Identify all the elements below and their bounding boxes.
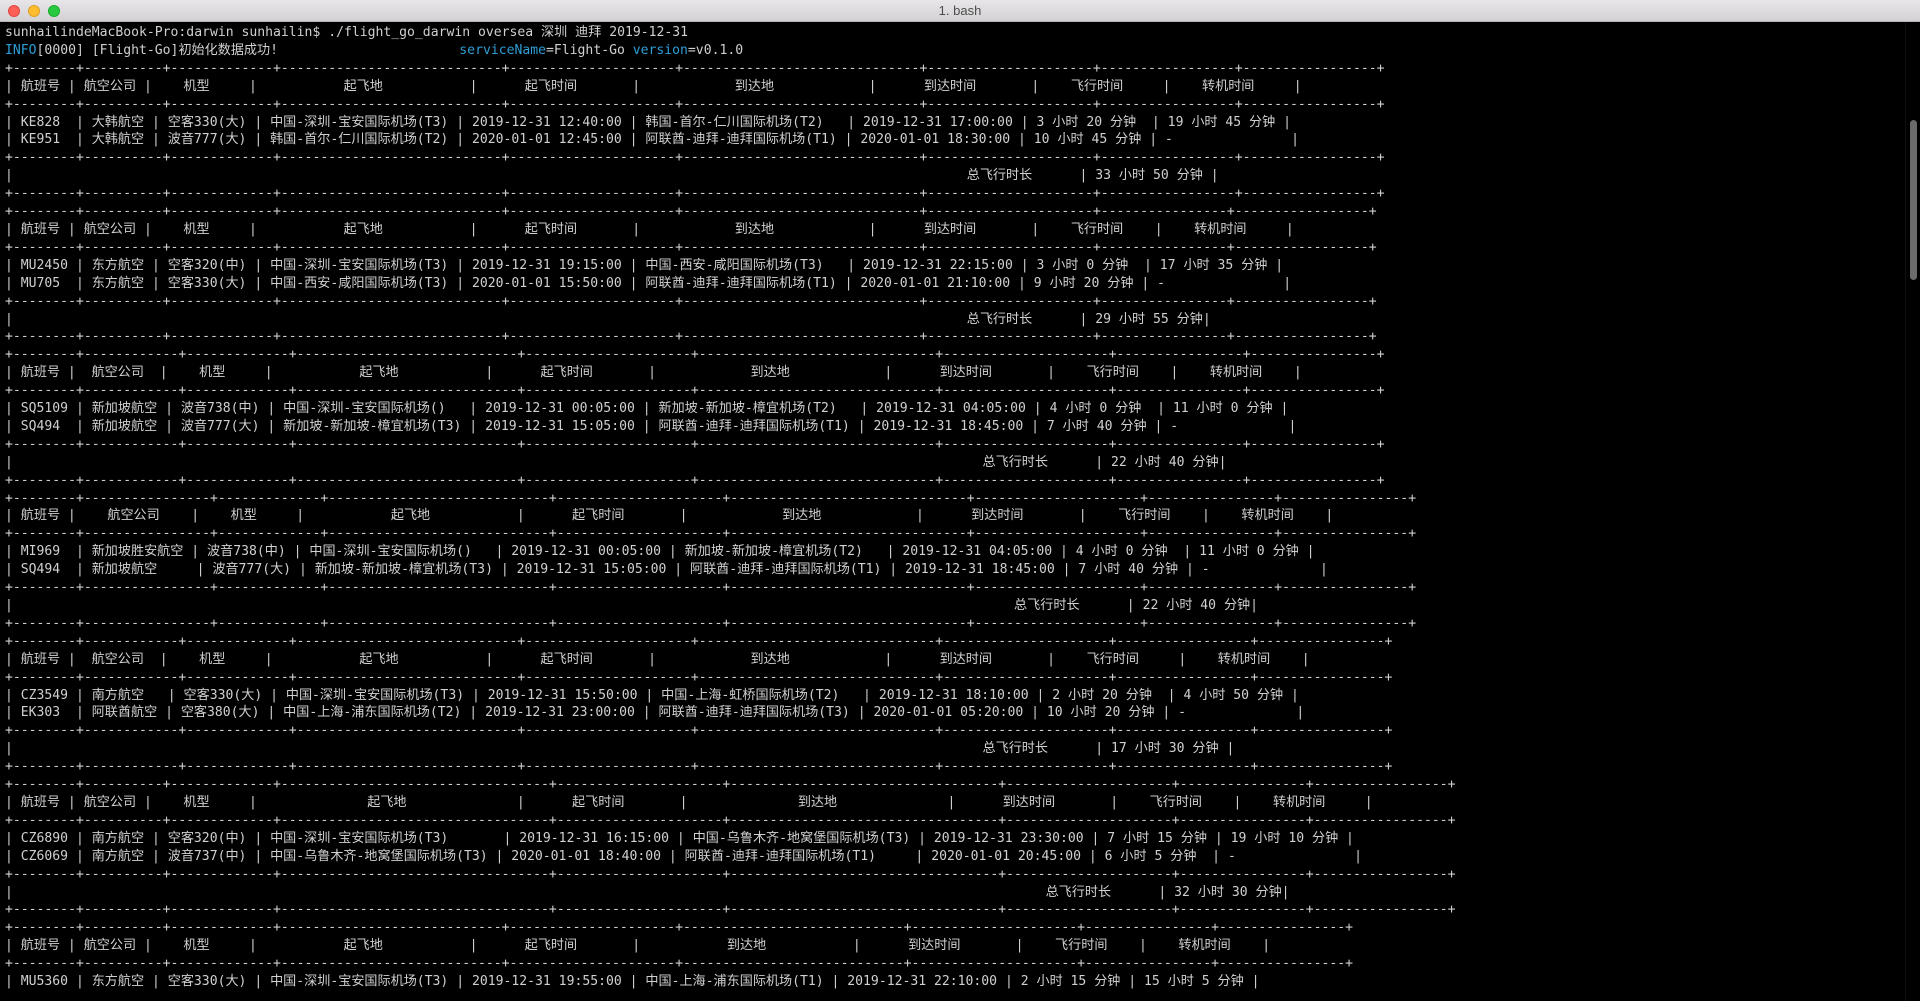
terminal-scrollbar[interactable]: [1905, 22, 1920, 1001]
terminal-text: sunhailindeMacBook-Pro:darwin sunhailin$…: [5, 25, 1456, 990]
terminal-output[interactable]: sunhailindeMacBook-Pro:darwin sunhailin$…: [0, 22, 1906, 1001]
window-titlebar: 1. bash: [0, 0, 1920, 22]
window-title: 1. bash: [938, 3, 982, 18]
scrollbar-thumb[interactable]: [1910, 120, 1917, 280]
